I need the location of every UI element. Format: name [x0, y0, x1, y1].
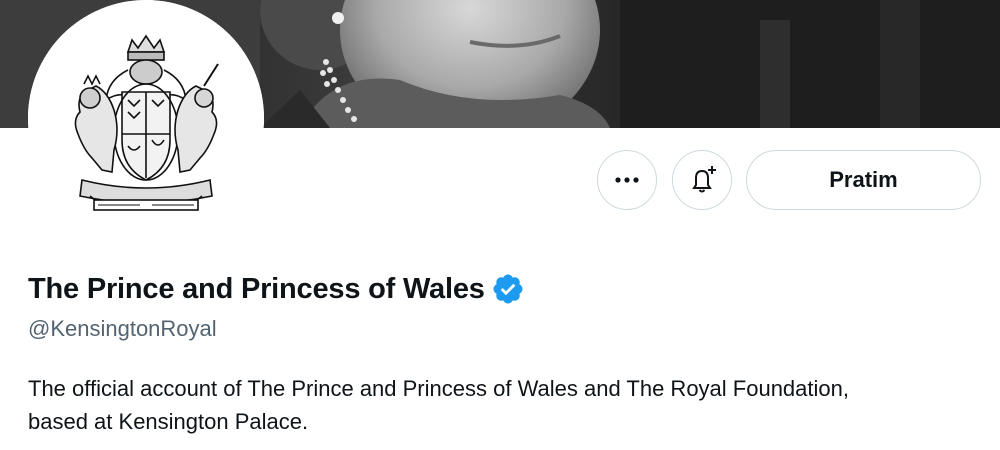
- profile-bio-line: The official account of The Prince and P…: [28, 376, 849, 401]
- more-horizontal-icon: [615, 177, 639, 183]
- notify-button[interactable]: [672, 150, 732, 210]
- profile-page: Pratim The Prince and Princess of Wales …: [0, 0, 1000, 450]
- profile-avatar-coat-of-arms[interactable]: [28, 0, 264, 236]
- profile-display-name: The Prince and Princess of Wales: [28, 272, 485, 305]
- verified-badge-icon[interactable]: [491, 272, 525, 306]
- profile-bio: The official account of The Prince and P…: [28, 372, 988, 438]
- profile-handle: @KensingtonRoyal: [28, 316, 217, 341]
- follow-button-label: Pratim: [829, 167, 898, 192]
- profile-bio-line: based at Kensington Palace.: [28, 409, 309, 434]
- follow-button[interactable]: Pratim: [746, 150, 981, 210]
- more-options-button[interactable]: [597, 150, 657, 210]
- profile-name-row: The Prince and Princess of Wales: [28, 272, 525, 306]
- bell-plus-icon: [692, 166, 716, 193]
